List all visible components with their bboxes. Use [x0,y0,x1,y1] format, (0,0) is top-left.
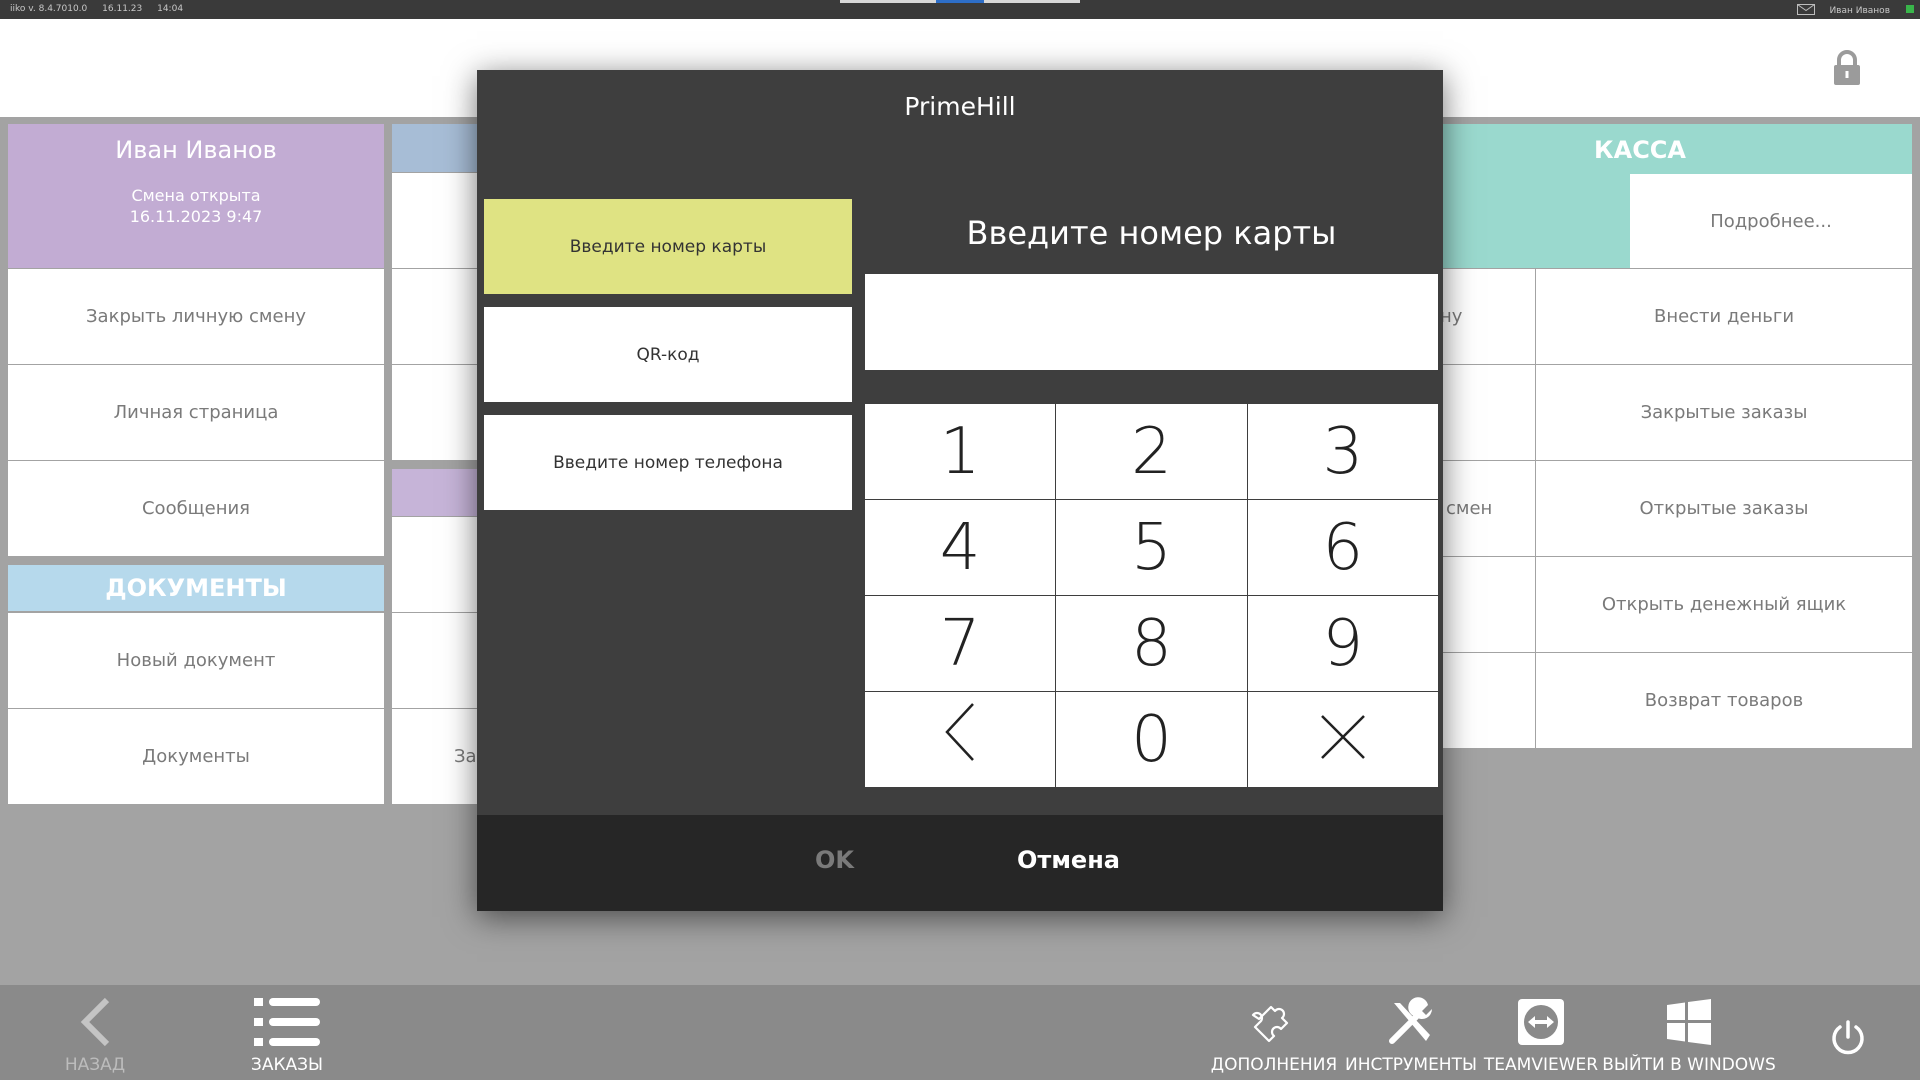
middle-tile[interactable] [392,613,480,708]
middle-tile[interactable] [392,269,480,364]
teamviewer-icon [1516,997,1566,1052]
kassa-left-tile[interactable] [1440,365,1535,460]
shift-status: Смена открыта [131,186,261,205]
key-2[interactable]: 2 [1056,404,1247,499]
ok-button[interactable]: OK [815,846,854,874]
option-card-number[interactable]: Введите номер карты [484,199,852,294]
kassa-left-tile-label: ну [1440,306,1463,327]
lock-icon[interactable] [1832,49,1862,91]
close-shift-button[interactable]: Закрыть личную смену [8,269,384,364]
status-time: 14:04 [157,4,184,14]
card-input-dialog: PrimeHill Введите номер карты QR-код Вве… [477,70,1443,911]
closed-orders-button[interactable]: Закрытые заказы [1536,365,1912,460]
shift-datetime: 16.11.2023 9:47 [129,207,263,226]
addons-button[interactable]: ДОПОЛНЕНИЯ [1211,995,1337,1075]
deposit-money-button[interactable]: Внести деньги [1536,269,1912,364]
documents-header: ДОКУМЕНТЫ [8,565,384,611]
numeric-keypad: 1 2 3 4 5 6 7 8 9 0 [865,404,1438,787]
key-8[interactable]: 8 [1056,596,1247,691]
option-qr-code[interactable]: QR-код [484,307,852,402]
key-6[interactable]: 6 [1247,500,1438,595]
kassa-left-tile[interactable] [1440,653,1535,748]
profile-name: Иван Иванов [115,136,277,164]
middle-group-header [392,124,480,172]
version-info: iiko v. 8.4.7010.0 16.11.23 14:04 [10,4,195,14]
key-0[interactable]: 0 [1056,692,1247,787]
kassa-left-tile-label: смен [1446,498,1493,519]
new-document-button[interactable]: Новый документ [8,613,384,708]
open-cash-drawer-button[interactable]: Открыть денежный ящик [1536,557,1912,652]
kassa-more-button[interactable]: Подробнее... [1630,174,1912,268]
documents-title: ДОКУМЕНТЫ [105,574,287,602]
profile-header: Иван Иванов Смена открыта 16.11.2023 9:4… [8,124,384,268]
key-7[interactable]: 7 [865,596,1056,691]
exit-windows-button[interactable]: ВЫЙТИ В WINDOWS [1602,995,1776,1075]
messages-button[interactable]: Сообщения [8,461,384,556]
dialog-prompt: Введите номер карты [966,214,1337,252]
middle-tile[interactable] [392,173,480,268]
backspace-icon [943,702,977,778]
middle-group-header [392,469,480,516]
puzzle-icon [1249,997,1299,1052]
status-date: 16.11.23 [102,4,143,14]
key-5[interactable]: 5 [1056,500,1247,595]
clear-key[interactable] [1247,692,1438,787]
key-9[interactable]: 9 [1247,596,1438,691]
return-goods-button[interactable]: Возврат товаров [1536,653,1912,748]
mail-icon[interactable] [1797,4,1816,18]
teamviewer-label: TEAMVIEWER [1483,1055,1599,1075]
status-bar: iiko v. 8.4.7010.0 16.11.23 14:04 Иван И… [0,0,1920,19]
dialog-footer: OK Отмена [477,815,1443,911]
middle-tile[interactable] [392,517,480,612]
key-4[interactable]: 4 [865,500,1056,595]
kassa-title: КАССА [1594,136,1686,164]
personal-page-button[interactable]: Личная страница [8,365,384,460]
tools-icon [1386,996,1436,1052]
app-version: iiko v. 8.4.7010.0 [10,4,88,14]
middle-tile-label: За [454,746,477,767]
orders-label: ЗАКАЗЫ [250,1055,324,1075]
exit-windows-label: ВЫЙТИ В WINDOWS [1602,1055,1776,1075]
middle-tile[interactable]: За [392,709,480,804]
list-icon [252,996,322,1053]
key-3[interactable]: 3 [1247,404,1438,499]
addons-label: ДОПОЛНЕНИЯ [1210,1055,1338,1075]
key-1[interactable]: 1 [865,404,1056,499]
chevron-left-icon [79,997,111,1052]
clear-icon [1319,703,1367,777]
card-number-input[interactable] [865,274,1438,370]
kassa-left-tile[interactable]: смен [1440,461,1535,556]
online-status-icon [1906,5,1914,13]
bottom-toolbar: НАЗАД ЗАКАЗЫ ДОПОЛНЕНИЯ ИНСТРУМЕНТЫ TEAM… [0,985,1920,1080]
window-tabs [840,0,1080,3]
power-icon [1829,1019,1867,1062]
kassa-left-tile[interactable] [1440,557,1535,652]
windows-icon [1665,998,1713,1051]
status-user-name: Иван Иванов [1829,6,1890,16]
tools-button[interactable]: ИНСТРУМЕНТЫ [1345,995,1477,1075]
cancel-button[interactable]: Отмена [1017,846,1120,874]
backspace-key[interactable] [865,692,1056,787]
dialog-title: PrimeHill [904,92,1016,121]
kassa-left-tile[interactable]: ну [1440,269,1535,364]
status-user: Иван Иванов [1797,4,1890,18]
back-button[interactable]: НАЗАД [62,995,128,1075]
option-phone-number[interactable]: Введите номер телефона [484,415,852,510]
open-orders-button[interactable]: Открытые заказы [1536,461,1912,556]
middle-tile[interactable] [392,365,480,460]
tools-label: ИНСТРУМЕНТЫ [1345,1055,1477,1075]
teamviewer-button[interactable]: TEAMVIEWER [1484,995,1598,1075]
orders-button[interactable]: ЗАКАЗЫ [250,995,324,1075]
power-button[interactable] [1828,1011,1868,1069]
documents-button[interactable]: Документы [8,709,384,804]
back-label: НАЗАД [64,1055,126,1075]
